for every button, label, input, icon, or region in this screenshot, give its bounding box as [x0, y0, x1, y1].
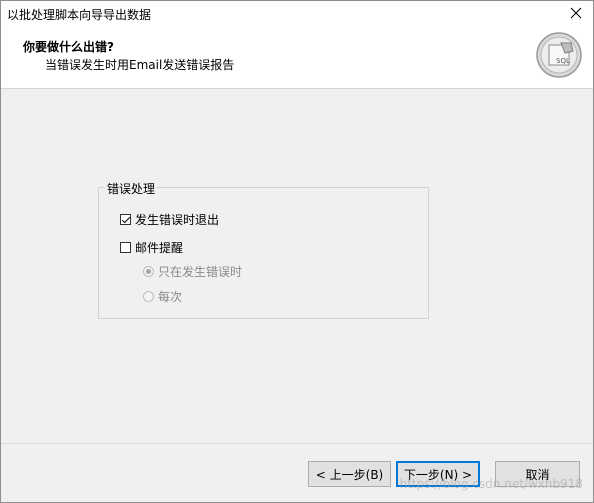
only-on-error-label: 只在发生错误时 [158, 265, 243, 279]
only-on-error-radio[interactable] [143, 266, 154, 277]
watermark-text: https://blog.csdn.net/wxhb918 [399, 477, 583, 491]
window-title: 以批处理脚本向导导出数据 [7, 8, 152, 22]
email-alert-label: 邮件提醒 [135, 241, 184, 255]
only-on-error-option[interactable]: 只在发生错误时 [143, 263, 242, 280]
every-time-option[interactable]: 每次 [143, 288, 182, 305]
header-subtitle: 当错误发生时用Email发送错误报告 [45, 58, 235, 72]
exit-on-error-label: 发生错误时退出 [135, 213, 220, 227]
wizard-header: 你要做什么出错? 当错误发生时用Email发送错误报告 SQL [1, 25, 593, 89]
sql-export-logo-icon: SQL [536, 32, 582, 78]
every-time-radio[interactable] [143, 291, 154, 302]
email-alert-option[interactable]: 邮件提醒 [120, 239, 183, 256]
exit-on-error-option[interactable]: 发生错误时退出 [120, 211, 219, 228]
header-title: 你要做什么出错? [23, 40, 114, 54]
wizard-window: 以批处理脚本向导导出数据 你要做什么出错? 当错误发生时用Email发送错误报告… [0, 0, 594, 503]
button-separator [1, 443, 593, 444]
close-button[interactable] [559, 1, 593, 25]
every-time-label: 每次 [158, 290, 183, 304]
title-bar: 以批处理脚本向导导出数据 [1, 1, 593, 25]
back-button[interactable]: < 上一步(B) [308, 461, 391, 487]
logo-text: SQL [556, 57, 570, 65]
exit-on-error-checkbox[interactable] [120, 214, 131, 225]
error-handling-group-title: 错误处理 [105, 180, 158, 197]
close-icon [570, 7, 582, 19]
email-alert-checkbox[interactable] [120, 242, 131, 253]
